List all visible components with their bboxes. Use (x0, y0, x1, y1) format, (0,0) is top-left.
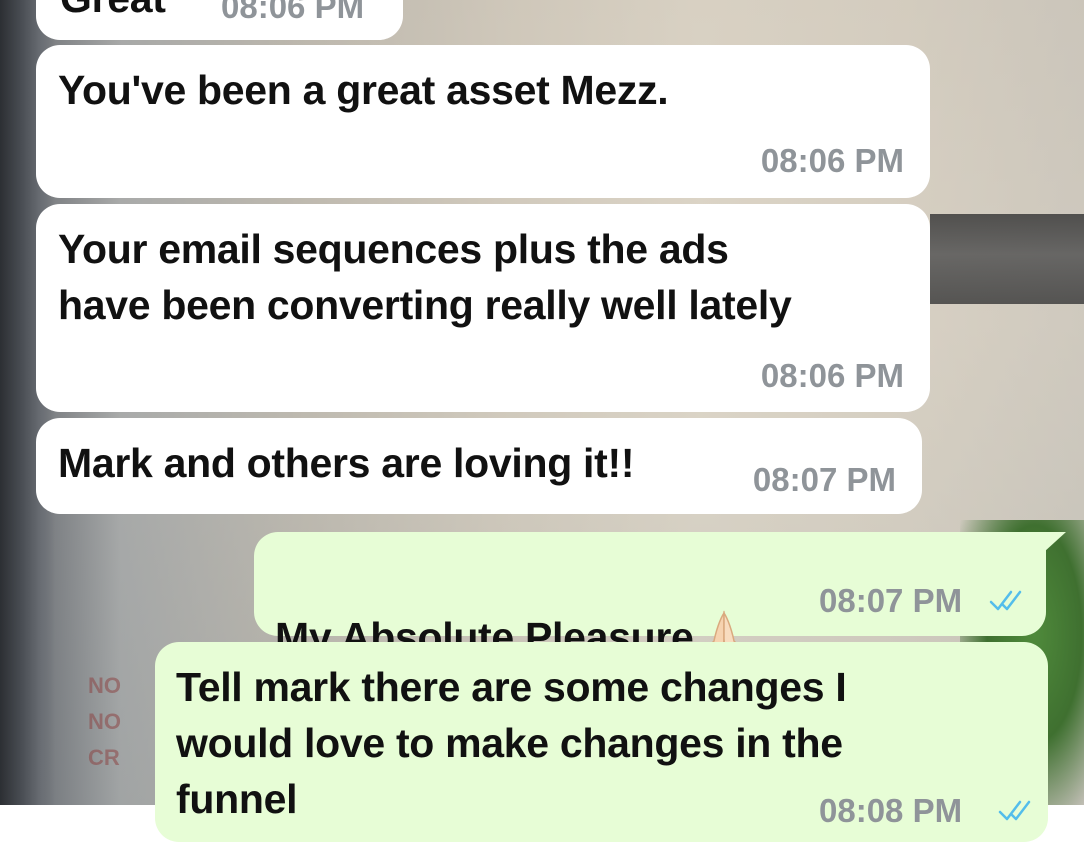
message-text: Your email sequences plus the ads have b… (58, 226, 792, 328)
read-receipt-icon (989, 590, 1022, 611)
message-time: 08:06 PM (221, 0, 365, 25)
message-text: Tell mark there are some changes I would… (176, 664, 847, 822)
message-time: 08:06 PM (760, 142, 904, 179)
message-text: Mark and others are loving it!! (58, 440, 635, 486)
message-bubble-outgoing[interactable]: My Absolute Pleasure 08:07 PM (254, 532, 1046, 665)
read-receipt-icon (998, 800, 1031, 821)
wallpaper-shelf (930, 214, 1084, 304)
message-time: 08:08 PM (819, 792, 963, 829)
message-bubble-partial[interactable]: Great 08:06 PM (36, 0, 403, 40)
message-time: 08:07 PM (752, 461, 896, 498)
wallpaper-sign-text: NO NO CR (88, 673, 121, 770)
message-bubble-outgoing[interactable]: Tell mark there are some changes I would… (155, 642, 1048, 842)
message-text: Great (60, 0, 166, 26)
bubble-tail-icon (1044, 532, 1066, 552)
message-text: You've been a great asset Mezz. (58, 67, 669, 113)
message-bubble-incoming[interactable]: You've been a great asset Mezz. 08:06 PM (36, 45, 930, 198)
message-time: 08:07 PM (819, 582, 963, 619)
message-bubble-incoming[interactable]: Your email sequences plus the ads have b… (36, 204, 930, 412)
message-time: 08:06 PM (760, 357, 904, 394)
message-bubble-incoming[interactable]: Mark and others are loving it!! 08:07 PM (36, 418, 922, 514)
